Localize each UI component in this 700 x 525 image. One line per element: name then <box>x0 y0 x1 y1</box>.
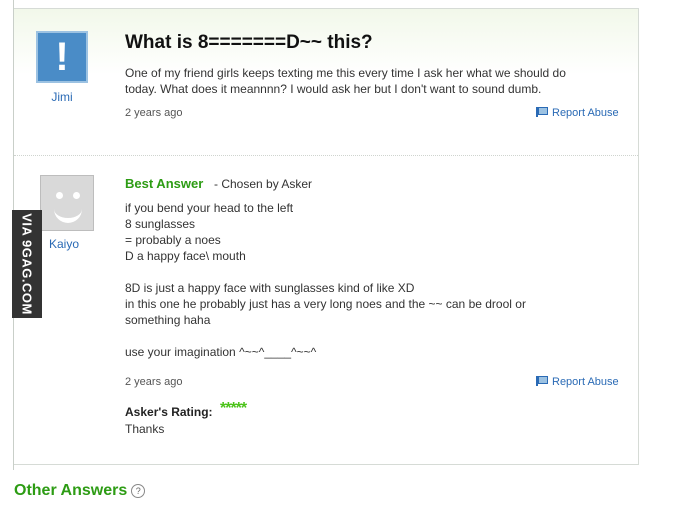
other-answers-heading: Other Answers? <box>14 482 146 500</box>
exclamation-icon: ! <box>55 35 69 79</box>
answer-body-line: in this one he probably just has a very … <box>125 297 526 311</box>
question-body-line: today. What does it meannnn? I would ask… <box>125 82 542 96</box>
answer-body-line: = probably a noes <box>125 233 221 247</box>
watermark-text: VIA 9GAG.COM <box>19 213 35 315</box>
answer-body-line <box>125 328 526 344</box>
section-divider <box>14 155 638 156</box>
question-timestamp: 2 years ago <box>125 107 183 119</box>
asker-avatar[interactable]: ! <box>36 31 88 83</box>
answerer-avatar[interactable] <box>40 175 94 231</box>
best-answer-label: Best Answer <box>125 176 204 191</box>
report-abuse-label: Report Abuse <box>552 376 619 388</box>
9gag-watermark: VIA 9GAG.COM <box>12 210 42 318</box>
answer-body-line: D a happy face\ mouth <box>125 249 246 263</box>
other-answers-label: Other Answers <box>14 482 128 499</box>
rating-comment: Thanks <box>125 422 165 436</box>
rating-stars: ***** <box>220 400 247 417</box>
answer-body-line: 8 sunglasses <box>125 217 196 231</box>
flag-icon <box>536 107 548 117</box>
answer-body-line: use your imagination ^~~^____^~~^ <box>125 345 317 359</box>
question-report-abuse-link[interactable]: Report Abuse <box>536 106 619 119</box>
qa-card: ! Jimi What is 8=======D~~ this? One of … <box>14 8 639 465</box>
smiley-right-eye <box>73 192 80 199</box>
smiley-left-eye <box>56 192 63 199</box>
answer-body: if you bend your head to the left 8 sung… <box>125 200 526 360</box>
question-body: One of my friend girls keeps texting me … <box>125 65 566 97</box>
answerer-username[interactable]: Kaiyo <box>34 237 94 251</box>
help-icon[interactable]: ? <box>131 483 146 498</box>
report-abuse-label: Report Abuse <box>552 107 619 119</box>
answer-body-line: something haha <box>125 313 211 327</box>
answer-report-abuse-link[interactable]: Report Abuse <box>536 375 619 388</box>
answer-body-line <box>125 264 526 280</box>
question-title: What is 8=======D~~ this? <box>125 32 373 53</box>
flag-icon <box>536 376 548 386</box>
smiley-mouth <box>54 204 82 223</box>
answer-body-line: 8D is just a happy face with sunglasses … <box>125 281 415 295</box>
asker-username[interactable]: Jimi <box>32 90 92 104</box>
askers-rating-label: Asker's Rating: <box>125 405 213 419</box>
answer-timestamp: 2 years ago <box>125 376 183 388</box>
answer-body-line: if you bend your head to the left <box>125 201 294 215</box>
chosen-by-asker-label: - Chosen by Asker <box>214 177 313 191</box>
question-body-line: One of my friend girls keeps texting me … <box>125 66 566 80</box>
